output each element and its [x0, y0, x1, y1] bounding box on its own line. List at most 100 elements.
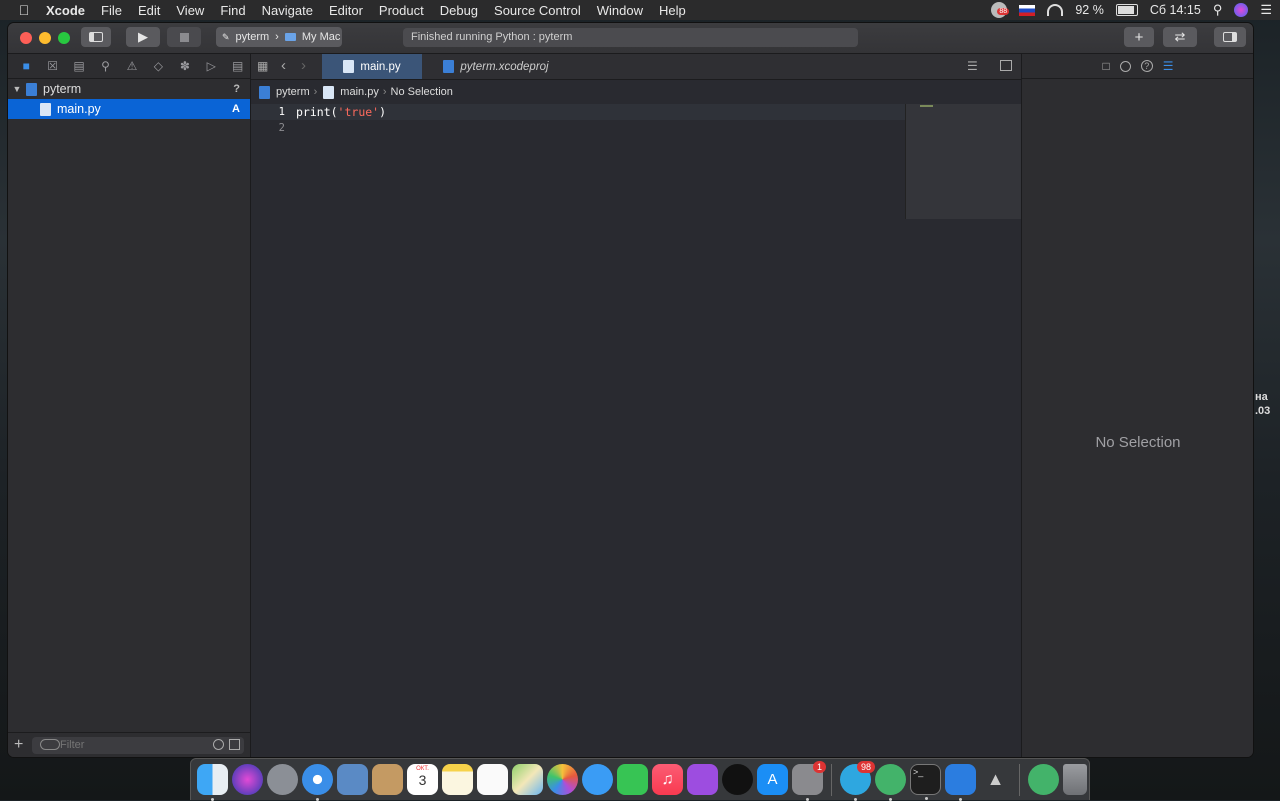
- run-button[interactable]: ▶: [126, 27, 160, 47]
- safari-icon[interactable]: [302, 764, 333, 801]
- battery-percent[interactable]: 92 %: [1075, 3, 1104, 17]
- spotlight-search-icon[interactable]: ⚲: [1213, 2, 1223, 18]
- music-icon[interactable]: ♫: [652, 764, 683, 795]
- menu-window[interactable]: Window: [589, 3, 651, 18]
- podcasts-icon[interactable]: [687, 764, 718, 795]
- menu-editor[interactable]: Editor: [321, 3, 371, 18]
- menu-debug[interactable]: Debug: [432, 3, 486, 18]
- python-file-icon: [323, 85, 335, 99]
- reminders-icon[interactable]: [477, 764, 508, 795]
- siri-icon[interactable]: [1234, 3, 1249, 17]
- code-line[interactable]: 1 print( 'true' ): [251, 104, 905, 120]
- warning-icon[interactable]: ⚠: [120, 56, 144, 76]
- trash-icon[interactable]: [1063, 764, 1087, 795]
- pycharm-app-icon[interactable]: [875, 764, 906, 801]
- launchpad-icon[interactable]: [267, 764, 298, 795]
- menu-source-control[interactable]: Source Control: [486, 3, 589, 18]
- toggle-inspector-button[interactable]: [1214, 27, 1246, 47]
- tree-item-project[interactable]: ▼ pyterm ?: [8, 79, 250, 99]
- desktop-peek-line: на: [1255, 391, 1268, 403]
- close-window-button[interactable]: [20, 32, 32, 44]
- apple-tv-icon[interactable]: [722, 764, 753, 795]
- input-source-flag-icon[interactable]: [1019, 4, 1036, 16]
- notes-icon[interactable]: [442, 764, 473, 795]
- contacts-icon[interactable]: [372, 764, 403, 795]
- folder-icon[interactable]: ■: [14, 56, 38, 76]
- attributes-inspector-icon[interactable]: ☰: [1163, 59, 1174, 73]
- photos-icon[interactable]: [547, 764, 578, 795]
- prefs-badge: 1: [812, 761, 826, 773]
- recent-files-icon[interactable]: [213, 739, 224, 750]
- messages-icon[interactable]: [582, 764, 613, 795]
- stop-icon: [179, 32, 189, 42]
- scm-filter-icon[interactable]: [229, 739, 240, 750]
- symbol-hierarchy-icon[interactable]: ▤: [67, 56, 91, 76]
- split-editor-icon[interactable]: [1000, 60, 1012, 71]
- zoom-window-button[interactable]: [58, 32, 70, 44]
- telegram-icon[interactable]: 98: [840, 761, 875, 801]
- minimap[interactable]: [905, 104, 1022, 219]
- apple-menu-icon[interactable]: : [10, 2, 38, 18]
- terminal-icon[interactable]: >_: [910, 764, 941, 800]
- back-arrow-icon[interactable]: ‹: [281, 57, 286, 74]
- editor-options-icon[interactable]: ☰: [967, 59, 978, 73]
- code-line[interactable]: 2: [251, 120, 905, 136]
- scm-status-badge: A: [232, 103, 240, 115]
- library-add-button[interactable]: +: [1124, 27, 1154, 47]
- siri-dock-icon[interactable]: [232, 764, 263, 795]
- clock[interactable]: Сб 14:15: [1150, 3, 1201, 17]
- report-icon[interactable]: ▤: [226, 56, 250, 76]
- code-review-button[interactable]: ⇄: [1163, 27, 1197, 47]
- debug-spray-icon[interactable]: ✽: [173, 56, 197, 76]
- menu-product[interactable]: Product: [371, 3, 432, 18]
- preview-icon[interactable]: [337, 764, 368, 795]
- system-preferences-icon[interactable]: 1: [792, 761, 826, 801]
- menu-file[interactable]: File: [93, 3, 130, 18]
- tree-item-file[interactable]: main.py A: [8, 99, 250, 119]
- notification-center-icon[interactable]: ☰: [1260, 2, 1272, 18]
- file-inspector-icon[interactable]: □: [1102, 59, 1109, 73]
- calendar-icon[interactable]: ОКТ. 3: [407, 764, 438, 795]
- menu-navigate[interactable]: Navigate: [254, 3, 321, 18]
- notification-app-icon[interactable]: 88: [991, 2, 1010, 18]
- jumpbar-project[interactable]: pyterm: [276, 86, 310, 98]
- breakpoint-icon[interactable]: ▷: [199, 56, 223, 76]
- code-area[interactable]: 1 print( 'true' ) 2: [251, 104, 905, 757]
- tab-xcodeproj[interactable]: pyterm.xcodeproj: [434, 54, 558, 79]
- toggle-navigator-button[interactable]: [81, 27, 111, 47]
- source-control-icon[interactable]: ☒: [40, 56, 64, 76]
- dock-separator: [1019, 763, 1020, 796]
- swap-arrows-icon: ⇄: [1174, 29, 1186, 44]
- find-icon[interactable]: ⚲: [93, 56, 117, 76]
- app-store-icon[interactable]: A: [757, 764, 788, 795]
- rocket-app-icon[interactable]: ▲: [980, 764, 1011, 795]
- downloads-folder-icon[interactable]: [1028, 764, 1059, 795]
- jumpbar-selection[interactable]: No Selection: [391, 86, 453, 98]
- grid-related-items-icon[interactable]: ▦: [257, 59, 268, 73]
- calendar-day: 3: [418, 772, 427, 788]
- menu-app-name[interactable]: Xcode: [38, 3, 93, 18]
- facetime-icon[interactable]: [617, 764, 648, 795]
- finder-icon[interactable]: [197, 764, 228, 801]
- battery-icon[interactable]: [1115, 4, 1138, 16]
- disclosure-triangle-icon[interactable]: ▼: [8, 84, 26, 94]
- menu-view[interactable]: View: [168, 3, 212, 18]
- filter-options-icon[interactable]: [40, 739, 60, 750]
- stop-button[interactable]: [167, 27, 201, 47]
- chevron-right-icon: ›: [275, 31, 279, 43]
- jumpbar-file[interactable]: main.py: [340, 86, 379, 98]
- menu-find[interactable]: Find: [212, 3, 253, 18]
- menu-edit[interactable]: Edit: [130, 3, 168, 18]
- maps-icon[interactable]: [512, 764, 543, 795]
- xcode-icon[interactable]: [945, 764, 976, 801]
- forward-arrow-icon[interactable]: ›: [301, 57, 306, 74]
- quick-help-icon[interactable]: ?: [1140, 60, 1153, 72]
- scheme-selector[interactable]: ✎ pyterm › My Mac: [216, 27, 342, 47]
- menu-help[interactable]: Help: [651, 3, 694, 18]
- tab-main-py[interactable]: main.py: [322, 54, 422, 79]
- add-file-icon[interactable]: +: [14, 736, 23, 754]
- history-inspector-icon[interactable]: [1119, 60, 1131, 72]
- minimize-window-button[interactable]: [39, 32, 51, 44]
- test-diamond-icon[interactable]: ◇: [146, 56, 170, 76]
- wifi-icon[interactable]: [1047, 4, 1064, 16]
